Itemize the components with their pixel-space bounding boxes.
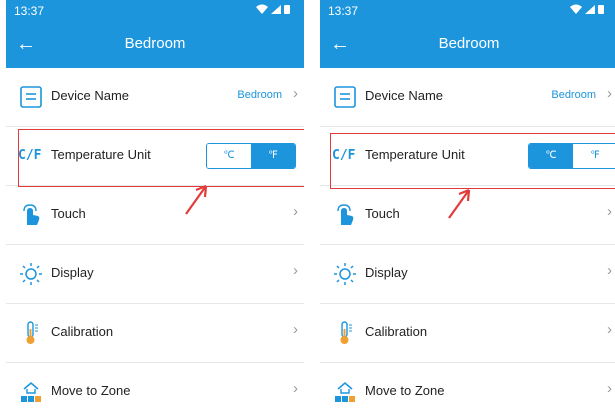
- touch-label: Touch: [365, 206, 400, 221]
- system-icons: [570, 4, 610, 18]
- move-to-zone-icon: [21, 381, 41, 402]
- wifi-icon: [570, 4, 582, 14]
- phone-screen-right: 13:37 ← Bedroom Device Name Bedroom › C/…: [320, 0, 615, 419]
- calibration-label: Calibration: [51, 324, 114, 339]
- settings-list: Device Name Bedroom › C/F Temperature Un…: [6, 68, 304, 419]
- device-name-icon: [20, 86, 42, 108]
- device-name-icon: [334, 86, 356, 108]
- chevron-right-icon: ›: [293, 262, 298, 279]
- status-bar: 13:37: [320, 0, 615, 22]
- settings-list: Device Name Bedroom › C/F Temperature Un…: [320, 68, 615, 419]
- row-calibration[interactable]: Calibration ›: [6, 304, 304, 363]
- wifi-icon: [256, 4, 268, 14]
- page-title: Bedroom: [438, 35, 500, 52]
- touch-icon: [337, 204, 354, 225]
- page-title: Bedroom: [124, 35, 186, 52]
- chevron-right-icon: ›: [607, 85, 612, 102]
- app-bar: ← Bedroom: [320, 22, 615, 68]
- chevron-right-icon: ›: [607, 203, 612, 220]
- device-name-label: Device Name: [365, 88, 444, 103]
- row-display[interactable]: Display ›: [320, 245, 615, 304]
- signal-icon: [585, 5, 595, 14]
- display-label: Display: [365, 265, 408, 280]
- device-name-label: Device Name: [51, 88, 130, 103]
- red-arrow-annotation: [185, 184, 208, 215]
- move-to-zone-icon: [335, 381, 355, 402]
- app-bar: ← Bedroom: [6, 22, 304, 68]
- chevron-right-icon: ›: [293, 85, 298, 102]
- row-display[interactable]: Display ›: [6, 245, 304, 304]
- row-device-name[interactable]: Device Name Bedroom ›: [6, 68, 304, 127]
- system-icons: [256, 4, 296, 18]
- battery-icon: [284, 5, 290, 14]
- signal-icon: [271, 5, 281, 14]
- row-device-name[interactable]: Device Name Bedroom ›: [320, 68, 615, 127]
- display-sun-icon: [20, 263, 42, 285]
- thermometer-icon: [26, 321, 38, 344]
- display-label: Display: [51, 265, 94, 280]
- status-bar: 13:37: [6, 0, 304, 22]
- row-move-to-zone[interactable]: Move to Zone ›: [6, 363, 304, 419]
- row-calibration[interactable]: Calibration ›: [320, 304, 615, 363]
- chevron-right-icon: ›: [607, 262, 612, 279]
- chevron-right-icon: ›: [607, 380, 612, 397]
- phone-screen-left: 13:37 ← Bedroom Device Name Bedroom › C/…: [6, 0, 304, 419]
- move-to-zone-label: Move to Zone: [365, 383, 445, 398]
- row-move-to-zone[interactable]: Move to Zone ›: [320, 363, 615, 419]
- chevron-right-icon: ›: [293, 321, 298, 338]
- red-arrow-annotation: [448, 188, 471, 219]
- highlight-box: [330, 133, 615, 189]
- device-name-value: Bedroom: [551, 89, 596, 101]
- device-name-value: Bedroom: [237, 89, 282, 101]
- display-sun-icon: [334, 263, 356, 285]
- battery-icon: [598, 5, 604, 14]
- calibration-label: Calibration: [365, 324, 428, 339]
- chevron-right-icon: ›: [293, 203, 298, 220]
- highlight-box: [18, 129, 304, 187]
- status-time: 13:37: [328, 4, 359, 18]
- status-time: 13:37: [14, 4, 45, 18]
- row-touch[interactable]: Touch ›: [6, 186, 304, 245]
- thermometer-icon: [340, 321, 352, 344]
- chevron-right-icon: ›: [293, 380, 298, 397]
- touch-label: Touch: [51, 206, 86, 221]
- chevron-right-icon: ›: [607, 321, 612, 338]
- touch-icon: [23, 204, 40, 225]
- move-to-zone-label: Move to Zone: [51, 383, 131, 398]
